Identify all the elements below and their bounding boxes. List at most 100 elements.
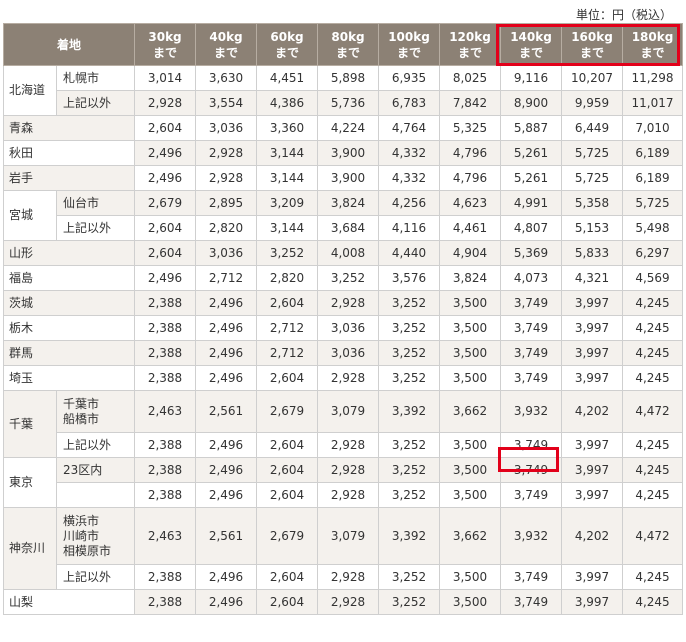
- prefecture-cell: 群馬: [2, 340, 136, 366]
- price-cell: 2,496: [134, 265, 197, 291]
- prefecture-cell: 東京: [3, 457, 57, 508]
- price-cell: 3,662: [439, 507, 502, 565]
- destination-header: 着地: [2, 23, 136, 66]
- table-header: 着地 30kg まで 40kg まで 60kg まで 80kg まで 100kg まで 1…: [2, 23, 684, 66]
- price-cell: 3,824: [317, 190, 380, 216]
- price-cell: 3,749: [500, 482, 563, 508]
- price-cell: 3,630: [195, 65, 258, 91]
- price-cell: 3,554: [195, 90, 258, 116]
- price-cell: 3,932: [500, 390, 563, 433]
- table-row: 上記以外 2,604 2,820 3,144 3,684 4,116 4,461 4,807 5…: [4, 215, 684, 241]
- price-cell: 6,297: [622, 240, 684, 266]
- price-cell: 2,496: [195, 482, 258, 508]
- prefecture-cell: 山梨: [2, 589, 136, 615]
- weight-suffix: まで: [519, 45, 544, 60]
- price-cell: 2,928: [317, 589, 380, 615]
- price-cell: 3,252: [378, 365, 441, 391]
- price-cell: 4,116: [378, 215, 441, 241]
- weight-suffix: まで: [458, 45, 483, 60]
- city-cell: 上記以外: [55, 564, 136, 590]
- city-name: 川崎市: [63, 528, 100, 543]
- weight-column-header: 60kg まで: [256, 23, 319, 66]
- price-cell: 2,604: [256, 564, 319, 590]
- prefecture-cell: 福島: [2, 265, 136, 291]
- price-cell: 4,245: [622, 482, 684, 508]
- price-cell: 4,245: [622, 365, 684, 391]
- table-row: 宮城 仙台市 2,679 2,895 3,209 3,824 4,256 4,623 4,991…: [3, 190, 684, 241]
- price-cell: 3,932: [500, 507, 563, 565]
- price-cell: 3,252: [378, 290, 441, 316]
- price-cell: 5,261: [500, 140, 563, 166]
- weight-suffix: まで: [336, 45, 361, 60]
- price-cell: 2,604: [134, 115, 197, 141]
- city-cell: 上記以外: [55, 432, 136, 458]
- price-cell: 2,928: [317, 290, 380, 316]
- price-cell: 4,440: [378, 240, 441, 266]
- unit-note: 単位：円（税込）: [575, 8, 672, 22]
- table-row: 栃木 2,388 2,496 2,712 3,036 3,252 3,500 3,749 3,9…: [2, 315, 684, 341]
- table-body: 北海道 札幌市 3,014 3,630 4,451 5,898 6,935 8,025 9,11…: [2, 65, 684, 615]
- price-cell: 3,749: [500, 340, 563, 366]
- price-cell: 3,252: [256, 240, 319, 266]
- price-cell: 4,245: [622, 290, 684, 316]
- price-cell: 2,463: [134, 390, 197, 433]
- price-cell: 2,496: [195, 589, 258, 615]
- city-cell: 千葉市 船橋市: [55, 390, 136, 433]
- city-cell: 札幌市: [55, 65, 136, 91]
- price-cell: 4,245: [622, 432, 684, 458]
- price-cell: 3,900: [317, 140, 380, 166]
- weight-label: 80kg: [331, 29, 365, 44]
- price-cell: 3,997: [561, 589, 624, 615]
- weight-suffix: まで: [397, 45, 422, 60]
- weight-column-header: 100kg まで: [378, 23, 441, 66]
- price-cell: 3,997: [561, 482, 624, 508]
- weight-suffix: まで: [580, 45, 605, 60]
- price-cell: 4,623: [439, 190, 502, 216]
- prefecture-cell: 岩手: [2, 165, 136, 191]
- price-cell: 2,496: [195, 315, 258, 341]
- price-cell: 4,245: [622, 564, 684, 590]
- price-cell: 4,569: [622, 265, 684, 291]
- city-cell: 上記以外: [55, 215, 136, 241]
- city-name: 横浜市: [63, 513, 100, 528]
- weight-column-header: 180kg まで: [622, 23, 684, 66]
- weight-suffix: まで: [153, 45, 178, 60]
- price-cell: 2,679: [134, 190, 197, 216]
- price-cell: 5,736: [317, 90, 380, 116]
- weight-label: 30kg: [148, 29, 182, 44]
- price-cell: 3,079: [317, 507, 380, 565]
- price-cell: 7,842: [439, 90, 502, 116]
- price-cell: 4,321: [561, 265, 624, 291]
- price-cell: 4,332: [378, 165, 441, 191]
- price-cell: 2,604: [256, 589, 319, 615]
- price-cell: 4,904: [439, 240, 502, 266]
- prefecture-cell: 宮城: [3, 190, 57, 241]
- price-cell: 2,820: [195, 215, 258, 241]
- weight-suffix: まで: [640, 45, 665, 60]
- price-cell: 3,036: [195, 240, 258, 266]
- price-cell: 2,604: [256, 457, 319, 483]
- weight-label: 180kg: [631, 29, 674, 44]
- price-cell: 2,388: [134, 290, 197, 316]
- price-cell: 3,749: [500, 457, 563, 483]
- price-cell: 4,472: [622, 390, 684, 433]
- price-cell: 3,252: [378, 482, 441, 508]
- prefecture-cell: 茨城: [2, 290, 136, 316]
- price-cell: 5,887: [500, 115, 563, 141]
- city-cell: 23区内: [55, 457, 136, 483]
- price-cell: 3,392: [378, 390, 441, 433]
- price-cell: 2,496: [195, 564, 258, 590]
- weight-column-header: 140kg まで: [500, 23, 563, 66]
- header-row: 着地 30kg まで 40kg まで 60kg まで 80kg まで 100kg まで 1…: [2, 23, 684, 66]
- price-cell: 6,783: [378, 90, 441, 116]
- price-cell: 2,496: [134, 140, 197, 166]
- price-cell: 6,449: [561, 115, 624, 141]
- price-cell: 2,561: [195, 507, 258, 565]
- price-cell: 2,928: [134, 90, 197, 116]
- price-cell: 3,500: [439, 457, 502, 483]
- price-cell: 2,604: [256, 290, 319, 316]
- weight-suffix: まで: [214, 45, 239, 60]
- prefecture-cell: 栃木: [2, 315, 136, 341]
- price-cell: 3,392: [378, 507, 441, 565]
- price-cell: 2,604: [134, 215, 197, 241]
